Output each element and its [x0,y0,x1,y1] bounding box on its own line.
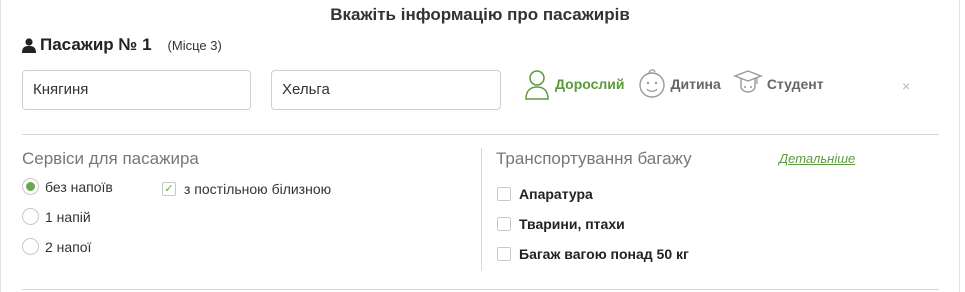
passenger-type-selector: Дорослий Дитина Студент [523,68,836,100]
divider [22,134,939,135]
bottom-divider [22,289,939,290]
baggage-option-heavy[interactable]: Багаж вагою понад 50 кг [497,246,689,262]
close-icon[interactable]: × [902,78,910,94]
type-student-label: Студент [766,76,824,92]
radio[interactable] [22,208,39,225]
baggage-option-label: Багаж вагою понад 50 кг [519,246,689,262]
first-name-input[interactable]: Хельга [271,70,501,110]
baggage-title: Транспортування багажу [496,149,692,168]
bedding-label: з постільною білизною [184,181,332,197]
adult-icon [525,70,549,100]
section-divider [481,148,482,271]
type-student-button[interactable]: Студент [732,68,824,100]
type-adult-label: Дорослий [555,76,625,92]
baggage-option-label: Тварини, птахи [519,216,625,232]
checkbox[interactable] [497,187,511,201]
drink-option-label: 2 напої [45,238,92,255]
drink-option-label: без напоїв [45,178,113,195]
baggage-option-animals[interactable]: Тварини, птахи [497,216,625,232]
checkbox[interactable] [497,217,511,231]
radio[interactable] [22,238,39,255]
details-link[interactable]: Детальніше [779,151,855,166]
drink-option-two[interactable]: 2 напої [22,238,91,255]
type-adult-button[interactable]: Дорослий [523,68,625,100]
page-heading: Вкажіть інформацію про пасажирів [330,5,630,24]
baggage-option-label: Апаратура [519,186,593,202]
bedding-option[interactable]: ✓ з постільною білизною [162,181,331,197]
drink-option-one[interactable]: 1 напій [22,208,91,225]
last-name-input[interactable]: Княгиня [22,70,251,110]
radio-checked[interactable] [22,178,39,195]
services-title: Сервіси для пасажира [22,149,199,168]
student-icon [732,70,763,93]
passenger-header: Пасажир № 1 (Місце 3) [22,35,222,55]
seat-label: (Місце 3) [167,37,222,53]
drink-option-none[interactable]: без напоїв [22,178,113,195]
checkbox-checked-icon[interactable]: ✓ [162,182,176,196]
person-icon [22,37,36,53]
type-child-button[interactable]: Дитина [637,68,721,100]
child-icon [638,69,665,98]
passenger-title: Пасажир № 1 [40,35,152,54]
type-child-label: Дитина [670,76,721,92]
baggage-option-equipment[interactable]: Апаратура [497,186,593,202]
drink-option-label: 1 напій [45,208,91,225]
checkbox[interactable] [497,247,511,261]
